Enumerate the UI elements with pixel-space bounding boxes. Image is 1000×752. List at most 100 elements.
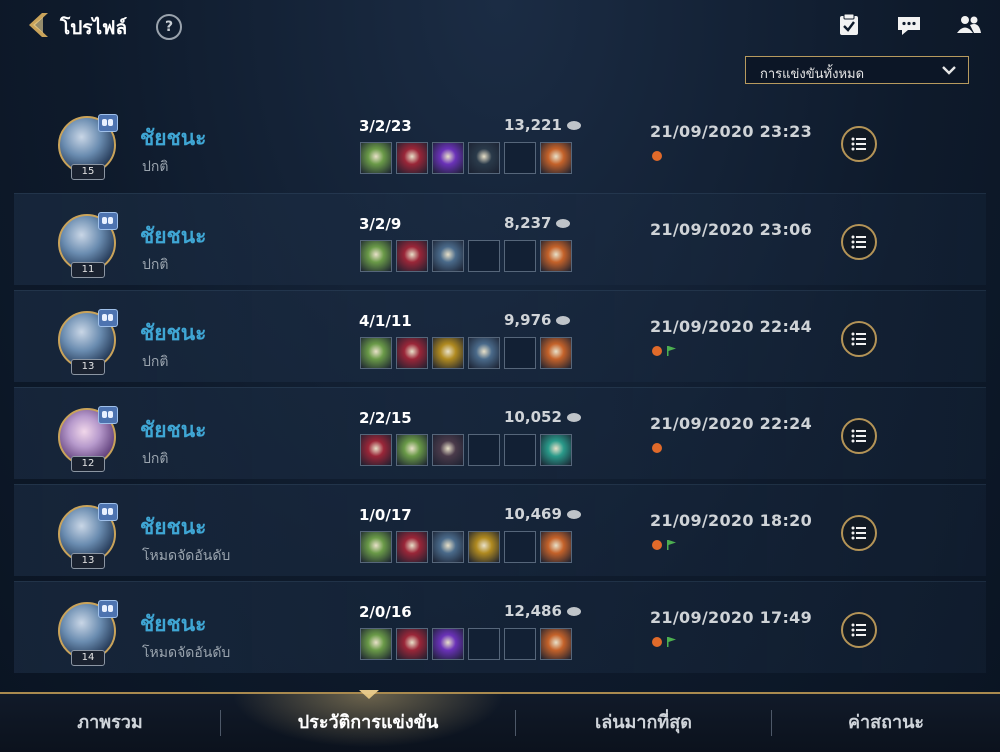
match-detail-button[interactable]	[841, 126, 877, 162]
item-icon	[468, 531, 500, 563]
item-icon	[540, 531, 572, 563]
match-datetime: 21/09/2020 22:24	[650, 414, 813, 433]
item-icon	[360, 434, 392, 466]
flag-icon	[667, 637, 676, 647]
game-mode: ปกติ	[142, 159, 169, 175]
game-mode: โหมดจัดอันดับ	[142, 548, 231, 564]
gold-earned: 13,221	[504, 116, 581, 134]
item-icon	[396, 142, 428, 174]
item-icon	[360, 337, 392, 369]
empty-item-slot	[504, 142, 536, 174]
match-detail-button[interactable]	[841, 515, 877, 551]
gold-coin-icon	[566, 510, 581, 519]
list-icon	[851, 526, 866, 540]
match-detail-button[interactable]	[841, 321, 877, 357]
match-datetime: 21/09/2020 18:20	[650, 511, 813, 530]
party-icon	[98, 212, 118, 230]
hero-avatar[interactable]: 13	[58, 309, 118, 375]
empty-item-slot	[468, 434, 500, 466]
empty-item-slot	[468, 628, 500, 660]
hero-avatar[interactable]: 11	[58, 212, 118, 278]
list-icon	[851, 429, 866, 443]
flag-icon	[667, 346, 676, 356]
empty-item-slot	[504, 434, 536, 466]
hero-level-badge: 13	[71, 359, 105, 375]
match-result: ชัยชนะ	[140, 224, 207, 248]
item-icon	[432, 531, 464, 563]
hero-avatar[interactable]: 15	[58, 114, 118, 180]
hero-avatar[interactable]: 12	[58, 406, 118, 472]
gold-value: 13,221	[504, 116, 562, 134]
hero-avatar[interactable]: 13	[58, 503, 118, 569]
gold-value: 10,469	[504, 505, 562, 523]
gold-earned: 10,052	[504, 408, 581, 426]
list-icon	[851, 235, 866, 249]
item-icon	[396, 337, 428, 369]
page-title: โปรไฟล์	[60, 17, 128, 39]
party-icon	[98, 503, 118, 521]
match-detail-button[interactable]	[841, 418, 877, 454]
task-checklist-icon[interactable]	[836, 12, 862, 38]
flag-icon	[667, 540, 676, 550]
game-mode: ปกติ	[142, 354, 169, 370]
item-icon	[396, 531, 428, 563]
item-icon	[468, 142, 500, 174]
item-icon	[432, 628, 464, 660]
match-datetime: 21/09/2020 23:23	[650, 122, 813, 141]
list-icon	[851, 332, 866, 346]
match-detail-button[interactable]	[841, 612, 877, 648]
mvp-medal-icon	[652, 443, 662, 453]
gold-earned: 9,976	[504, 311, 571, 329]
kda-score: 4/1/11	[359, 312, 412, 330]
item-icon	[396, 434, 428, 466]
match-filter-dropdown[interactable]: การแข่งขันทั้งหมด	[745, 56, 969, 84]
match-result: ชัยชนะ	[140, 321, 207, 345]
gold-coin-icon	[556, 219, 571, 228]
gold-value: 12,486	[504, 602, 562, 620]
match-row[interactable]: 14 ชัยชนะ โหมดจัดอันดับ 2/0/16 12,486 21…	[14, 581, 986, 673]
gold-coin-icon	[556, 316, 571, 325]
tab-overview[interactable]: ภาพรวม	[0, 694, 220, 752]
tab-match-history[interactable]: ประวัติการแข่งขัน	[221, 694, 515, 752]
header: โปรไฟล์ ? การแข่งขันทั้งหมด	[0, 0, 1000, 84]
help-icon[interactable]: ?	[156, 14, 182, 40]
match-detail-button[interactable]	[841, 224, 877, 260]
friends-icon[interactable]	[956, 12, 982, 38]
match-result: ชัยชนะ	[140, 515, 207, 539]
tab-stats[interactable]: ค่าสถานะ	[772, 694, 1000, 752]
game-mode: ปกติ	[142, 451, 169, 467]
item-icon	[432, 240, 464, 272]
item-icon	[540, 434, 572, 466]
filter-selected-value: การแข่งขันทั้งหมด	[760, 67, 865, 82]
empty-item-slot	[504, 240, 536, 272]
back-arrow-icon[interactable]	[24, 10, 54, 40]
match-row[interactable]: 13 ชัยชนะ โหมดจัดอันดับ 1/0/17 10,469 21…	[14, 484, 986, 576]
item-icon	[540, 142, 572, 174]
kda-score: 2/0/16	[359, 603, 412, 621]
item-icon	[396, 628, 428, 660]
match-row[interactable]: 13 ชัยชนะ ปกติ 4/1/11 9,976 21/09/2020 2…	[14, 290, 986, 382]
item-icon	[540, 628, 572, 660]
item-icon	[360, 142, 392, 174]
match-row[interactable]: 12 ชัยชนะ ปกติ 2/2/15 10,052 21/09/2020 …	[14, 387, 986, 479]
match-row[interactable]: 11 ชัยชนะ ปกติ 3/2/9 8,237 21/09/2020 23…	[14, 193, 986, 285]
game-mode: โหมดจัดอันดับ	[142, 645, 231, 661]
chevron-down-icon	[942, 66, 956, 75]
item-icon	[468, 337, 500, 369]
party-icon	[98, 600, 118, 618]
hero-level-badge: 12	[71, 456, 105, 472]
item-icon	[432, 142, 464, 174]
hero-avatar[interactable]: 14	[58, 600, 118, 666]
match-row[interactable]: 15 ชัยชนะ ปกติ 3/2/23 13,221 21/09/2020 …	[14, 96, 986, 188]
tab-most-played[interactable]: เล่นมากที่สุด	[516, 694, 771, 752]
kda-score: 3/2/23	[359, 117, 412, 135]
chat-icon[interactable]	[896, 12, 922, 38]
gold-earned: 12,486	[504, 602, 581, 620]
match-datetime: 21/09/2020 17:49	[650, 608, 813, 627]
gold-coin-icon	[566, 121, 581, 130]
list-icon	[851, 623, 866, 637]
match-result: ชัยชนะ	[140, 126, 207, 150]
kda-score: 3/2/9	[359, 215, 402, 233]
empty-item-slot	[504, 337, 536, 369]
gold-value: 9,976	[504, 311, 552, 329]
